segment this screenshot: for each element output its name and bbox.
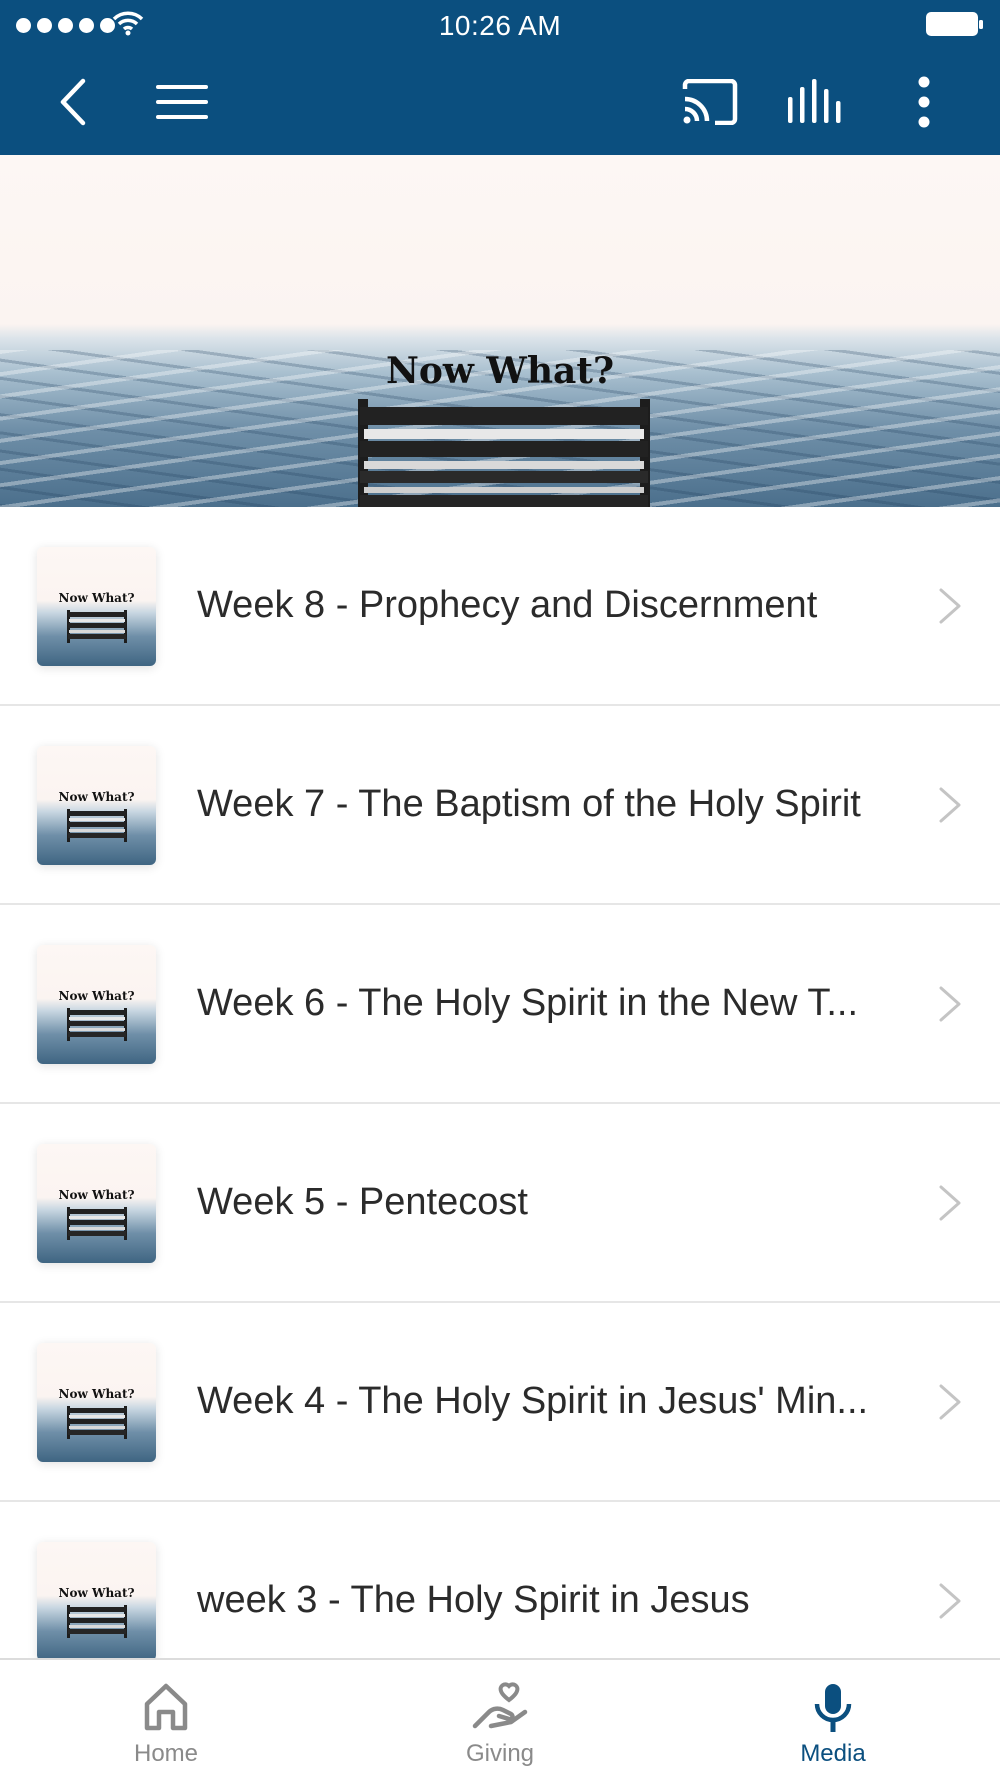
tab-home[interactable]: Home <box>66 1660 266 1778</box>
bench-image <box>67 610 127 643</box>
sermon-thumbnail: Now What? <box>37 1144 156 1263</box>
sermon-thumbnail: Now What? <box>37 945 156 1064</box>
equalizer-bars-icon <box>788 79 841 123</box>
sermon-title: Week 7 - The Baptism of the Holy Spirit <box>197 783 861 825</box>
more-options-button[interactable] <box>894 72 954 132</box>
navigation-bar <box>0 50 1000 155</box>
battery-icon <box>926 12 984 43</box>
bench-image <box>67 1008 127 1041</box>
chevron-right-icon <box>939 787 961 823</box>
sermon-thumbnail: Now What? <box>37 746 156 865</box>
bench-image <box>67 1406 127 1439</box>
sermon-thumbnail: Now What? <box>37 1542 156 1661</box>
sermon-list-item[interactable]: Now What? Week 5 - Pentecost <box>0 1104 1000 1303</box>
chevron-right-icon <box>939 588 961 624</box>
sermon-title: Week 4 - The Holy Spirit in Jesus' Min..… <box>197 1380 869 1422</box>
chevron-left-icon <box>60 78 86 126</box>
tab-home-label: Home <box>133 1740 199 1767</box>
sermon-list-item[interactable]: Now What? Week 6 - The Holy Spirit in the… <box>0 905 1000 1104</box>
sermon-title: Week 6 - The Holy Spirit in the New T... <box>197 982 859 1024</box>
cast-icon <box>682 79 738 125</box>
back-button[interactable] <box>44 72 104 132</box>
series-hero-image: Now What? <box>0 155 1000 507</box>
thumbnail-title: Now What? <box>58 1387 135 1401</box>
menu-button[interactable] <box>152 72 212 132</box>
bench-image <box>67 1605 127 1638</box>
sermon-title: Week 5 - Pentecost <box>197 1181 528 1223</box>
thumbnail-title: Now What? <box>58 989 135 1003</box>
tab-giving-label: Giving <box>465 1740 535 1767</box>
sermon-list-item[interactable]: Now What? Week 8 - Prophecy and Discernme… <box>0 507 1000 706</box>
thumbnail-title: Now What? <box>58 1586 135 1600</box>
chevron-right-icon <box>939 1384 961 1420</box>
audio-levels-button[interactable] <box>786 72 846 132</box>
hero-title: Now What? <box>385 350 615 392</box>
tab-giving[interactable]: Giving <box>400 1660 600 1778</box>
microphone-icon <box>814 1684 852 1732</box>
giving-hand-heart-icon <box>472 1682 528 1729</box>
chevron-right-icon <box>939 986 961 1022</box>
sermon-thumbnail: Now What? <box>37 1343 156 1462</box>
chevron-right-icon <box>939 1185 961 1221</box>
bench-image <box>358 399 650 507</box>
sermon-title: Week 8 - Prophecy and Discernment <box>197 584 818 626</box>
chevron-right-icon <box>939 1583 961 1619</box>
tab-media-label: Media <box>800 1740 866 1767</box>
more-vertical-icon <box>918 76 930 128</box>
thumbnail-title: Now What? <box>58 1188 135 1202</box>
bench-image <box>67 1207 127 1240</box>
thumbnail-title: Now What? <box>58 790 135 804</box>
status-time: 10:26 AM <box>438 10 562 41</box>
status-bar: 10:26 AM <box>0 0 1000 50</box>
sermon-thumbnail: Now What? <box>37 547 156 666</box>
thumbnail-title: Now What? <box>58 591 135 605</box>
tab-media[interactable]: Media <box>733 1660 933 1778</box>
bench-image <box>67 809 127 842</box>
media-series-screen: 10:26 AM Now What? Now What? Week 8 - Pr… <box>0 0 1000 1778</box>
cast-button[interactable] <box>680 72 740 132</box>
hamburger-menu-icon <box>156 85 208 119</box>
sermon-list-item[interactable]: Now What? Week 7 - The Baptism of the Hol… <box>0 706 1000 905</box>
home-icon <box>144 1683 188 1731</box>
tab-bar: Home Giving Media <box>0 1658 1000 1778</box>
sermon-list: Now What? Week 8 - Prophecy and Discernme… <box>0 507 1000 1701</box>
sermon-list-item[interactable]: Now What? Week 4 - The Holy Spirit in Jes… <box>0 1303 1000 1502</box>
